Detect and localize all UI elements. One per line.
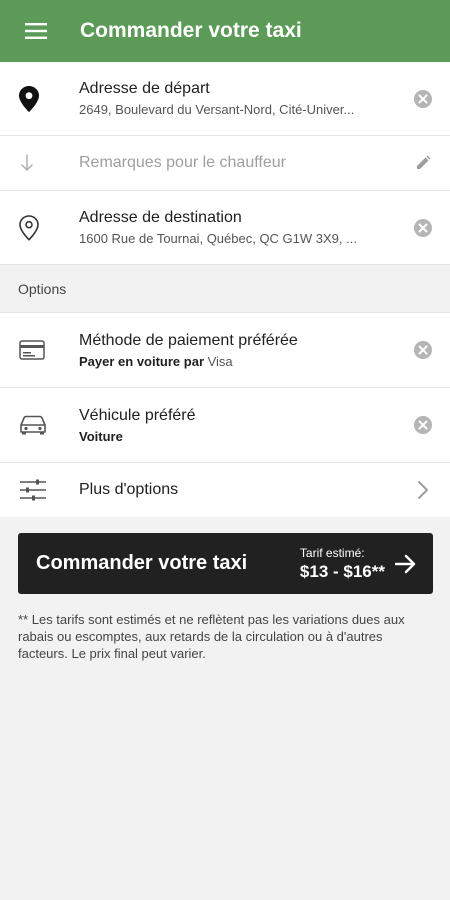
edit-pencil-icon[interactable] <box>415 155 431 171</box>
more-options-label: Plus d'options <box>79 481 179 498</box>
payment-method-value: Payer en voiture par Visa <box>79 353 233 369</box>
destination-label: Adresse de destination <box>79 209 242 226</box>
credit-card-icon <box>19 340 45 360</box>
driver-remarks-input[interactable]: Remarques pour le chauffeur <box>79 154 406 172</box>
chevron-right-icon[interactable] <box>417 480 429 500</box>
car-icon <box>19 415 47 435</box>
clear-vehicle-icon[interactable] <box>413 415 433 435</box>
location-pin-outline-icon <box>19 214 39 241</box>
order-taxi-button[interactable]: Commander votre taxi Tarif estimé: $13 -… <box>18 533 433 594</box>
pickup-address-row[interactable]: Adresse de départ 2649, Boulevard du Ver… <box>0 62 450 136</box>
preferred-vehicle-value: Voiture <box>79 428 123 444</box>
arrow-right-icon <box>395 554 417 574</box>
estimated-fare-caption: Tarif estimé: <box>299 545 365 560</box>
clear-destination-icon[interactable] <box>413 218 433 238</box>
pickup-label: Adresse de départ <box>79 80 210 97</box>
destination-address-row[interactable]: Adresse de destination 1600 Rue de Tourn… <box>0 191 450 265</box>
driver-remarks-row[interactable]: Remarques pour le chauffeur <box>0 136 450 191</box>
estimated-fare-value: $13 - $16** <box>299 561 385 581</box>
address-card: Adresse de départ 2649, Boulevard du Ver… <box>0 62 450 265</box>
clear-payment-icon[interactable] <box>413 340 433 360</box>
preferred-vehicle-label: Véhicule préféré <box>79 406 196 424</box>
app-bar: Commander votre taxi <box>0 0 450 62</box>
arrow-down-icon <box>19 154 35 172</box>
payment-method-label: Méthode de paiement préférée <box>79 331 298 349</box>
destination-address-value: 1600 Rue de Tournai, Québec, QC G1W 3X9,… <box>79 231 357 246</box>
pickup-address-value: 2649, Boulevard du Versant-Nord, Cité-Un… <box>79 102 355 117</box>
sliders-icon <box>19 479 47 501</box>
order-taxi-label: Commander votre taxi <box>36 552 248 574</box>
options-section-label: Options <box>0 265 450 313</box>
preferred-vehicle-row[interactable]: Véhicule préféré Voiture <box>0 388 450 463</box>
payment-method-row[interactable]: Méthode de paiement préférée Payer en vo… <box>0 313 450 388</box>
fare-disclaimer: ** Les tarifs sont estimés et ne reflète… <box>18 612 405 661</box>
options-card: Méthode de paiement préférée Payer en vo… <box>0 313 450 517</box>
hamburger-menu-icon[interactable] <box>24 19 48 43</box>
location-pin-filled-icon <box>19 85 39 112</box>
page-title: Commander votre taxi <box>80 19 302 42</box>
more-options-row[interactable]: Plus d'options <box>0 463 450 517</box>
clear-pickup-icon[interactable] <box>413 89 433 109</box>
estimated-fare: Tarif estimé: $13 - $16** <box>300 546 385 582</box>
